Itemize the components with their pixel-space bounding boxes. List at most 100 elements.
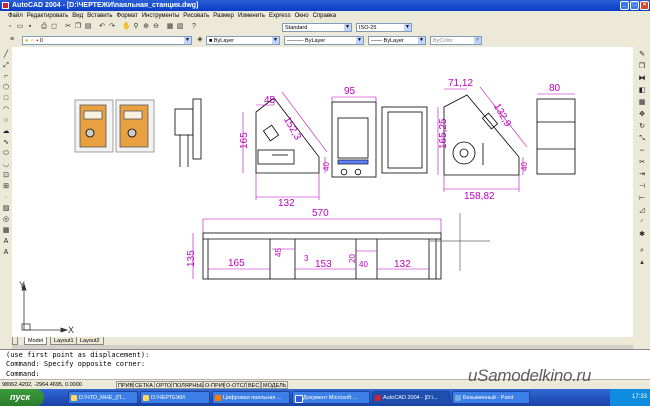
lineweight-select[interactable]: —— ByLayer ▼ <box>368 36 426 45</box>
trim-icon[interactable]: ✂ <box>638 159 646 167</box>
multiline-text-icon[interactable]: A <box>2 238 10 246</box>
lineweight-toggle[interactable]: ВЕС <box>246 381 262 389</box>
layer-select[interactable]: ● ☼ ▪ 0 ▼ <box>22 36 192 45</box>
chamfer-icon[interactable]: ◿ <box>638 207 646 215</box>
tab-scroll-left-icon[interactable] <box>12 337 18 345</box>
mirror-icon[interactable]: ⧓ <box>638 75 646 83</box>
autocad-app-icon[interactable] <box>2 2 9 9</box>
menu-express[interactable]: Express <box>267 11 293 21</box>
open-file-icon[interactable]: ▭ <box>16 23 24 31</box>
line-icon[interactable]: ╱ <box>2 51 10 59</box>
scroll-up-icon[interactable]: ▴ <box>638 259 646 267</box>
point-icon[interactable]: · <box>2 194 10 202</box>
tab-layout2[interactable]: Layout2 <box>76 337 104 345</box>
help-icon[interactable]: ? <box>190 23 198 31</box>
copy-object-icon[interactable]: ❐ <box>638 63 646 71</box>
hatch-icon[interactable]: ▨ <box>2 205 10 213</box>
table-icon[interactable]: ▦ <box>2 227 10 235</box>
polar-toggle[interactable]: ПОЛЯРНЫЙ <box>171 381 208 389</box>
dim-side1-foot: 40 <box>322 162 331 171</box>
taskbar-item-word[interactable]: Документ Microsoft ... <box>292 391 370 404</box>
region-icon[interactable]: ◎ <box>2 216 10 224</box>
scale-icon[interactable]: ⤡ <box>638 135 646 143</box>
drawing-area[interactable]: 45 152,3 165 132 40 95 71,12 132,9 165,2… <box>12 47 633 337</box>
ellipse-icon[interactable]: ⬭ <box>2 150 10 158</box>
design-center-icon[interactable]: ▧ <box>176 23 184 31</box>
zoom-realtime-icon[interactable]: ⚲ <box>132 23 140 31</box>
menu-draw[interactable]: Рисовать <box>181 11 211 21</box>
linetype-select[interactable]: ——— ByLayer ▼ <box>284 36 364 45</box>
reference-photo-1 <box>74 99 114 153</box>
minimize-button[interactable]: _ <box>620 1 629 10</box>
make-current-layer-icon[interactable]: ◈ <box>196 36 204 44</box>
menu-insert[interactable]: Вставить <box>85 11 114 21</box>
start-button[interactable]: пуск <box>0 389 44 406</box>
save-icon[interactable]: ▪ <box>26 23 34 31</box>
tab-model[interactable]: Model <box>24 337 47 345</box>
menu-edit[interactable]: Редактировать <box>25 11 70 21</box>
layer-manager-icon[interactable]: ≡ <box>8 36 16 44</box>
linetype-sample: ——— <box>287 38 306 44</box>
restore-button[interactable]: □ <box>630 1 639 10</box>
polyline-icon[interactable]: ⌐ <box>2 73 10 81</box>
erase-icon[interactable]: ✎ <box>638 51 646 59</box>
construction-line-icon[interactable]: ⤢ <box>2 62 10 70</box>
stretch-icon[interactable]: ⇔ <box>638 147 646 155</box>
menu-window[interactable]: Окно <box>293 11 311 21</box>
new-file-icon[interactable]: ▫ <box>6 23 14 31</box>
text-icon[interactable]: A <box>2 249 10 257</box>
break-at-point-icon[interactable]: ⊣ <box>638 183 646 191</box>
insert-block-icon[interactable]: ⊡ <box>2 172 10 180</box>
spline-icon[interactable]: ∿ <box>2 139 10 147</box>
ellipse-arc-icon[interactable]: ◡ <box>2 161 10 169</box>
paste-icon[interactable]: ▤ <box>84 23 92 31</box>
grid-toggle[interactable]: СЕТКА <box>133 381 155 389</box>
dim-style-select[interactable]: ISO-25 ▼ <box>356 23 412 32</box>
menu-format[interactable]: Формат <box>115 11 140 21</box>
zoom-previous-icon[interactable]: ⊖ <box>152 23 160 31</box>
plot-icon[interactable]: ⎙ <box>40 23 48 31</box>
close-button[interactable]: × <box>640 1 649 10</box>
undo-icon[interactable]: ↶ <box>98 23 106 31</box>
model-toggle[interactable]: МОДЕЛЬ <box>261 381 289 389</box>
offset-icon[interactable]: ◧ <box>638 87 646 95</box>
polygon-icon[interactable]: ⬡ <box>2 84 10 92</box>
cut-icon[interactable]: ✂ <box>64 23 72 31</box>
rectangle-icon[interactable]: □ <box>2 95 10 103</box>
menu-tools[interactable]: Инструменты <box>140 11 181 21</box>
command-prompt[interactable]: Command: <box>6 370 40 378</box>
taskbar-item-folder-2[interactable]: D:\ЧЕРТЕЖИ <box>140 391 210 404</box>
taskbar-item-autocad[interactable]: AutoCAD 2004 - [D:\... <box>372 391 450 404</box>
zoom-window-icon[interactable]: ⊕ <box>142 23 150 31</box>
copy-icon[interactable]: ❐ <box>74 23 82 31</box>
text-style-select[interactable]: Standard ▼ <box>282 23 352 32</box>
preview-icon[interactable]: ◻ <box>50 23 58 31</box>
array-icon[interactable]: ▦ <box>638 99 646 107</box>
properties-icon[interactable]: ▦ <box>166 23 174 31</box>
make-block-icon[interactable]: ⊞ <box>2 183 10 191</box>
redo-icon[interactable]: ↷ <box>108 23 116 31</box>
color-select[interactable]: ■ ByLayer ▼ <box>206 36 280 45</box>
menu-modify[interactable]: Изменить <box>236 11 267 21</box>
taskbar-item-folder-1[interactable]: D:\ЧТО_МНЕ_(П... <box>68 391 138 404</box>
menu-file[interactable]: Файл <box>6 11 25 21</box>
side-view-1 <box>255 97 320 174</box>
zoom-icon[interactable]: ⌕ <box>638 247 646 255</box>
tab-layout1[interactable]: Layout1 <box>50 337 78 345</box>
fillet-icon[interactable]: ◜ <box>638 219 646 227</box>
taskbar-item-browser[interactable]: Цифровая паяльная ... <box>212 391 290 404</box>
move-icon[interactable]: ✥ <box>638 111 646 119</box>
plot-style-select[interactable]: ByColor ▼ <box>430 36 482 45</box>
break-icon[interactable]: ⊢ <box>638 195 646 203</box>
explode-icon[interactable]: ✱ <box>638 231 646 239</box>
arc-icon[interactable]: ◠ <box>2 106 10 114</box>
extend-icon[interactable]: ⇥ <box>638 171 646 179</box>
taskbar-item-paint[interactable]: Безымянный - Paint <box>452 391 530 404</box>
menu-help[interactable]: Справка <box>311 11 339 21</box>
circle-icon[interactable]: ○ <box>2 117 10 125</box>
pan-icon[interactable]: ✋ <box>122 23 131 31</box>
rotate-icon[interactable]: ↻ <box>638 123 646 131</box>
menu-view[interactable]: Вид <box>70 11 85 21</box>
revision-cloud-icon[interactable]: ☁ <box>2 128 10 136</box>
menu-dimension[interactable]: Размер <box>211 11 236 21</box>
